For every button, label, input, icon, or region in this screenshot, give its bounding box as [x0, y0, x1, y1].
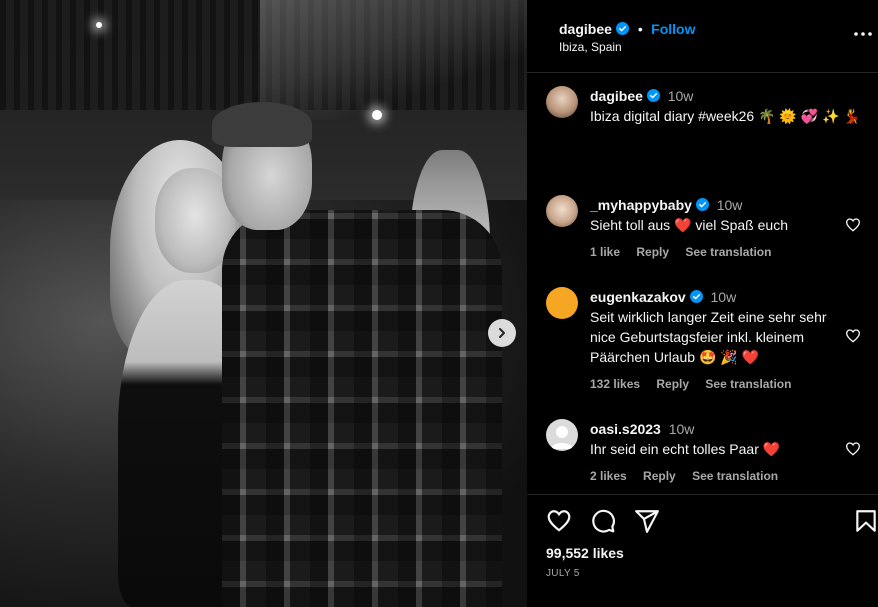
author-username[interactable]: dagibee — [559, 21, 612, 37]
heart-icon[interactable] — [845, 217, 861, 233]
verified-badge-icon — [689, 290, 703, 303]
comment-time: 10w — [710, 289, 737, 305]
comment-username[interactable]: eugenkazakov — [590, 289, 686, 305]
see-translation-button[interactable]: See translation — [685, 245, 771, 259]
header-divider — [527, 72, 878, 73]
comment-item: _myhappybaby 10w Sieht toll aus ❤️ viel … — [527, 193, 878, 263]
comment-header: oasi.s2023 10w — [590, 421, 694, 437]
comment-item: eugenkazakov 10w Seit wirklich langer Ze… — [527, 285, 878, 395]
comment-meta: 132 likes Reply See translation — [590, 377, 804, 391]
share-icon[interactable] — [634, 508, 660, 534]
post-header: dagibee • Follow Ibiza, Spain — [527, 0, 878, 72]
photo-man-hair — [212, 102, 312, 147]
photo-lamp — [372, 110, 382, 120]
comment-likes[interactable]: 1 like — [590, 245, 620, 259]
comment-time: 10w — [668, 421, 695, 437]
photo-man — [222, 210, 502, 607]
comment-header: eugenkazakov 10w — [590, 289, 736, 305]
comment-header: _myhappybaby 10w — [590, 197, 742, 213]
reply-button[interactable]: Reply — [636, 245, 669, 259]
caption-username[interactable]: dagibee — [590, 88, 643, 104]
caption-text: Ibiza digital diary #week26 🌴 🌞 💞 ✨ 💃 — [590, 108, 861, 124]
post-caption: dagibee 10w Ibiza digital diary #week26 … — [527, 84, 878, 154]
comment-likes[interactable]: 132 likes — [590, 377, 640, 391]
photo-light-beam — [260, 0, 527, 120]
avatar[interactable] — [546, 195, 578, 227]
like-heart-icon[interactable] — [546, 508, 572, 534]
comment-icon[interactable] — [590, 508, 616, 534]
likes-count[interactable]: 99,552 likes — [546, 545, 624, 561]
more-options-icon[interactable] — [852, 24, 874, 44]
comment-username[interactable]: oasi.s2023 — [590, 421, 661, 437]
heart-icon[interactable] — [845, 441, 861, 457]
caption-header: dagibee 10w — [590, 88, 693, 104]
comment-username[interactable]: _myhappybaby — [590, 197, 692, 213]
heart-icon[interactable] — [845, 328, 861, 344]
comment-meta: 1 like Reply See translation — [590, 245, 784, 259]
comment-likes[interactable]: 2 likes — [590, 469, 627, 483]
photo-lamp — [96, 22, 102, 28]
reply-button[interactable]: Reply — [643, 469, 676, 483]
comment-time: 10w — [716, 197, 743, 213]
verified-badge-icon — [646, 89, 660, 102]
avatar[interactable] — [546, 419, 578, 451]
caption-time: 10w — [667, 88, 694, 104]
post-side-panel: dagibee • Follow Ibiza, Spain dagibee 10… — [527, 0, 878, 607]
chevron-right-icon — [499, 328, 505, 338]
verified-badge-icon — [616, 22, 630, 35]
author-line: dagibee • Follow — [559, 21, 696, 39]
avatar[interactable] — [546, 287, 578, 319]
follow-button[interactable]: Follow — [651, 21, 695, 37]
post-photo[interactable] — [0, 0, 527, 607]
comment-meta: 2 likes Reply See translation — [590, 469, 791, 483]
avatar[interactable] — [546, 86, 578, 118]
separator-dot: • — [637, 21, 643, 37]
comment-text: Ihr seid ein echt tolles Paar ❤️ — [590, 441, 781, 457]
reply-button[interactable]: Reply — [656, 377, 689, 391]
post-date: JULY 5 — [546, 568, 580, 579]
comment-text: Seit wirklich langer Zeit eine sehr sehr… — [590, 309, 827, 365]
see-translation-button[interactable]: See translation — [705, 377, 791, 391]
verified-badge-icon — [695, 198, 709, 211]
see-translation-button[interactable]: See translation — [692, 469, 778, 483]
post-actions — [527, 508, 878, 538]
comment-text: Sieht toll aus ❤️ viel Spaß euch — [590, 217, 788, 233]
default-avatar-icon — [551, 426, 573, 449]
comment-item: oasi.s2023 10w Ihr seid ein echt tolles … — [527, 417, 878, 487]
actions-divider — [527, 494, 878, 495]
post-location[interactable]: Ibiza, Spain — [559, 40, 622, 54]
bookmark-icon[interactable] — [853, 508, 878, 534]
next-photo-button[interactable] — [488, 319, 516, 347]
